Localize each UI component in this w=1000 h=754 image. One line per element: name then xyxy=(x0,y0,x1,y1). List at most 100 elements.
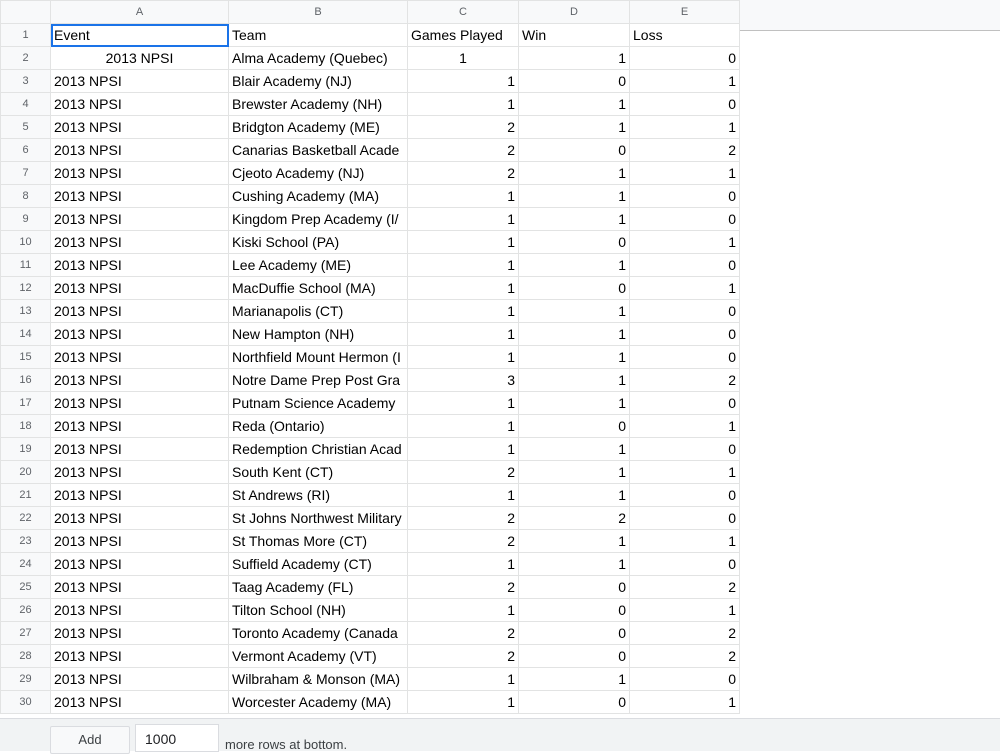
row-header[interactable]: 15 xyxy=(0,345,51,369)
cell-win[interactable]: 1 xyxy=(518,437,630,461)
cell-team[interactable]: Putnam Science Academy xyxy=(228,391,408,415)
row-header[interactable]: 1 xyxy=(0,23,51,47)
row-header[interactable]: 18 xyxy=(0,414,51,438)
cell-loss[interactable]: 0 xyxy=(629,92,740,116)
cell-games-played[interactable]: 2 xyxy=(407,161,519,185)
cell-event[interactable]: 2013 NPSI xyxy=(50,529,229,553)
cell-loss[interactable]: 1 xyxy=(629,69,740,93)
cell-win[interactable]: 1 xyxy=(518,322,630,346)
cell-win[interactable]: 1 xyxy=(518,92,630,116)
cell-win[interactable]: 1 xyxy=(518,368,630,392)
row-header[interactable]: 9 xyxy=(0,207,51,231)
cell-event[interactable]: 2013 NPSI xyxy=(50,322,229,346)
cell-games-played[interactable]: 1 xyxy=(407,322,519,346)
cell-games-played[interactable]: 2 xyxy=(407,138,519,162)
cell-games-played[interactable]: 1 xyxy=(407,667,519,691)
cell-team[interactable]: Cjeoto Academy (NJ) xyxy=(228,161,408,185)
cell-event[interactable]: 2013 NPSI xyxy=(50,391,229,415)
cell-event[interactable]: Event xyxy=(50,23,229,47)
cell-loss[interactable]: 0 xyxy=(629,483,740,507)
cell-team[interactable]: South Kent (CT) xyxy=(228,460,408,484)
column-header-a[interactable]: A xyxy=(50,0,229,24)
row-header[interactable]: 30 xyxy=(0,690,51,714)
cell-loss[interactable]: Loss xyxy=(629,23,740,47)
cell-loss[interactable]: 0 xyxy=(629,552,740,576)
cell-loss[interactable]: 1 xyxy=(629,115,740,139)
cell-event[interactable]: 2013 NPSI xyxy=(50,115,229,139)
row-header[interactable]: 12 xyxy=(0,276,51,300)
cell-win[interactable]: 0 xyxy=(518,69,630,93)
cell-event[interactable]: 2013 NPSI xyxy=(50,345,229,369)
row-header[interactable]: 10 xyxy=(0,230,51,254)
cell-loss[interactable]: 0 xyxy=(629,253,740,277)
cell-event[interactable]: 2013 NPSI xyxy=(50,437,229,461)
cell-win[interactable]: 1 xyxy=(518,667,630,691)
cell-loss[interactable]: 2 xyxy=(629,621,740,645)
cell-team[interactable]: Team xyxy=(228,23,408,47)
cell-games-played[interactable]: 1 xyxy=(407,552,519,576)
cell-win[interactable]: Win xyxy=(518,23,630,47)
cell-games-played[interactable]: 2 xyxy=(407,115,519,139)
cell-event[interactable]: 2013 NPSI xyxy=(50,92,229,116)
cell-team[interactable]: Kiski School (PA) xyxy=(228,230,408,254)
row-header[interactable]: 28 xyxy=(0,644,51,668)
row-header[interactable]: 25 xyxy=(0,575,51,599)
row-header[interactable]: 13 xyxy=(0,299,51,323)
cell-games-played[interactable]: 1 xyxy=(407,391,519,415)
cell-event[interactable]: 2013 NPSI xyxy=(50,161,229,185)
cell-loss[interactable]: 0 xyxy=(629,506,740,530)
cell-loss[interactable]: 2 xyxy=(629,368,740,392)
column-header-d[interactable]: D xyxy=(518,0,630,24)
cell-games-played[interactable]: 1 xyxy=(407,690,519,714)
row-header[interactable]: 27 xyxy=(0,621,51,645)
cell-win[interactable]: 0 xyxy=(518,575,630,599)
cell-games-played[interactable]: 2 xyxy=(407,575,519,599)
row-header[interactable]: 16 xyxy=(0,368,51,392)
cell-event[interactable]: 2013 NPSI xyxy=(50,230,229,254)
cell-win[interactable]: 0 xyxy=(518,276,630,300)
select-all-corner[interactable] xyxy=(0,0,51,24)
cell-win[interactable]: 1 xyxy=(518,207,630,231)
row-header[interactable]: 21 xyxy=(0,483,51,507)
cell-win[interactable]: 0 xyxy=(518,598,630,622)
cell-win[interactable]: 1 xyxy=(518,46,630,70)
cell-loss[interactable]: 0 xyxy=(629,184,740,208)
cell-games-played[interactable]: 1 xyxy=(407,230,519,254)
cell-event[interactable]: 2013 NPSI xyxy=(50,138,229,162)
cell-event[interactable]: 2013 NPSI xyxy=(50,69,229,93)
column-header-e[interactable]: E xyxy=(629,0,740,24)
cell-team[interactable]: Worcester Academy (MA) xyxy=(228,690,408,714)
cell-team[interactable]: Taag Academy (FL) xyxy=(228,575,408,599)
row-header[interactable]: 4 xyxy=(0,92,51,116)
cell-win[interactable]: 1 xyxy=(518,552,630,576)
cell-loss[interactable]: 2 xyxy=(629,644,740,668)
cell-team[interactable]: Kingdom Prep Academy (I/ xyxy=(228,207,408,231)
cell-games-played[interactable]: 1 xyxy=(407,92,519,116)
cell-loss[interactable]: 1 xyxy=(629,161,740,185)
cell-win[interactable]: 0 xyxy=(518,690,630,714)
cell-win[interactable]: 1 xyxy=(518,115,630,139)
cell-win[interactable]: 0 xyxy=(518,414,630,438)
row-header[interactable]: 5 xyxy=(0,115,51,139)
cell-games-played[interactable]: 1 xyxy=(407,276,519,300)
cell-games-played[interactable]: Games Played xyxy=(407,23,519,47)
cell-games-played[interactable]: 1 xyxy=(407,414,519,438)
cell-event[interactable]: 2013 NPSI xyxy=(50,460,229,484)
cell-win[interactable]: 1 xyxy=(518,299,630,323)
cell-team[interactable]: St Andrews (RI) xyxy=(228,483,408,507)
cell-games-played[interactable]: 1 xyxy=(407,299,519,323)
column-header-b[interactable]: B xyxy=(228,0,408,24)
cell-team[interactable]: Tilton School (NH) xyxy=(228,598,408,622)
cell-win[interactable]: 1 xyxy=(518,345,630,369)
cell-team[interactable]: Brewster Academy (NH) xyxy=(228,92,408,116)
cell-team[interactable]: Cushing Academy (MA) xyxy=(228,184,408,208)
cell-win[interactable]: 2 xyxy=(518,506,630,530)
cell-event[interactable]: 2013 NPSI xyxy=(50,506,229,530)
cell-loss[interactable]: 1 xyxy=(629,414,740,438)
cell-win[interactable]: 1 xyxy=(518,391,630,415)
cell-event[interactable]: 2013 NPSI xyxy=(50,690,229,714)
cell-team[interactable]: MacDuffie School (MA) xyxy=(228,276,408,300)
row-header[interactable]: 23 xyxy=(0,529,51,553)
cell-win[interactable]: 1 xyxy=(518,184,630,208)
cell-win[interactable]: 0 xyxy=(518,621,630,645)
